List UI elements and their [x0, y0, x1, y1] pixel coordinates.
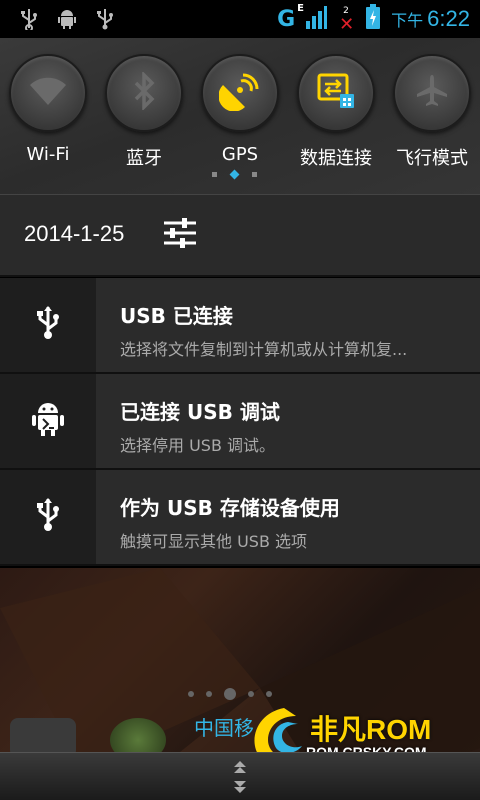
quick-settings-page-indicator [212, 169, 257, 180]
quick-toggle-button[interactable] [105, 54, 183, 132]
page-dot [212, 172, 217, 177]
network-type-label: G [277, 6, 296, 32]
clock-period: 下午 [391, 13, 424, 30]
homescreen-background: 中国移 非凡ROM ROM.CRSKY.COM [0, 568, 480, 800]
logo-name: 非凡ROM [310, 714, 432, 745]
gps-icon [218, 71, 261, 115]
quick-toggle-label: 飞行模式 [396, 148, 468, 169]
date-row: 2014-1-25 [0, 194, 480, 277]
quick-toggle-gps[interactable]: GPS [200, 54, 280, 165]
quick-toggle-airplane-mode[interactable]: 飞行模式 [392, 54, 472, 170]
network-sub-label: E [297, 2, 304, 14]
battery-charging-icon [365, 4, 381, 34]
quick-toggle-data-connection[interactable]: 数据连接 [296, 54, 376, 170]
page-dot [188, 691, 194, 697]
notification-usb-connected[interactable]: USB 已连接 选择将文件复制到计算机或从计算机复... [0, 278, 480, 374]
signal-strength-icon [305, 5, 328, 33]
notification-usb-debugging[interactable]: 已连接 USB 调试 选择停用 USB 调试。 [0, 374, 480, 470]
notification-subtitle: 选择停用 USB 调试。 [120, 436, 276, 455]
page-dot-active [229, 169, 240, 180]
data-connection-icon [316, 72, 356, 114]
notification-icon-area [0, 374, 96, 468]
quick-toggle-bluetooth[interactable]: 蓝牙 [104, 54, 184, 170]
date-label: 2014-1-25 [24, 221, 125, 246]
notification-icon-area [0, 278, 96, 372]
sim2-no-signal-icon: 2 ✕ [337, 6, 355, 35]
quick-toggle-label: Wi-Fi [26, 144, 70, 165]
status-bar-notification-icons [18, 8, 116, 30]
page-dot [206, 691, 212, 697]
notification-title: 已连接 USB 调试 [120, 400, 280, 424]
notification-subtitle: 选择将文件复制到计算机或从计算机复... [120, 340, 408, 359]
wifi-icon [28, 75, 68, 111]
usb-icon [35, 305, 61, 345]
bluetooth-icon [129, 70, 159, 114]
settings-sliders-icon [160, 218, 200, 257]
clock: 下午 6:22 [391, 6, 470, 32]
page-dot [266, 691, 272, 697]
android-debug-icon [31, 400, 65, 442]
settings-button[interactable] [160, 213, 200, 253]
airplane-icon [414, 73, 450, 113]
usb-icon [94, 8, 116, 30]
notification-drag-handle-bar[interactable] [0, 752, 480, 800]
notification-usb-storage[interactable]: 作为 USB 存储设备使用 触摸可显示其他 USB 选项 [0, 470, 480, 566]
page-dot [248, 691, 254, 697]
notification-title: USB 已连接 [120, 304, 233, 328]
page-dot-active [224, 688, 236, 700]
usb-icon [35, 497, 61, 537]
notification-title: 作为 USB 存储设备使用 [120, 496, 340, 520]
quick-toggle-label: 蓝牙 [126, 148, 162, 169]
status-bar-system-icons: G E 2 ✕ 下午 6:22 [277, 3, 470, 36]
quick-toggle-label: 数据连接 [300, 148, 372, 169]
page-dot [252, 172, 257, 177]
homescreen-page-indicator [188, 688, 272, 700]
status-bar: G E 2 ✕ 下午 6:22 [0, 0, 480, 38]
clock-time: 6:22 [427, 6, 470, 31]
drag-handle-icon[interactable] [228, 759, 252, 795]
no-signal-x-icon: ✕ [339, 14, 355, 35]
notification-subtitle: 触摸可显示其他 USB 选项 [120, 532, 308, 551]
quick-toggle-label: GPS [221, 144, 259, 165]
network-type: G E [277, 3, 304, 32]
quick-toggle-wifi[interactable]: Wi-Fi [8, 54, 88, 165]
quick-toggle-button[interactable] [9, 54, 87, 132]
quick-toggle-button[interactable] [201, 54, 279, 132]
quick-settings-panel: Wi-Fi 蓝牙 GPS 数据连接 飞行模式 [0, 38, 480, 194]
android-debug-icon [56, 8, 78, 30]
quick-toggle-button[interactable] [297, 54, 375, 132]
quick-toggle-button[interactable] [393, 54, 471, 132]
usb-icon [18, 8, 40, 30]
notification-icon-area [0, 470, 96, 564]
